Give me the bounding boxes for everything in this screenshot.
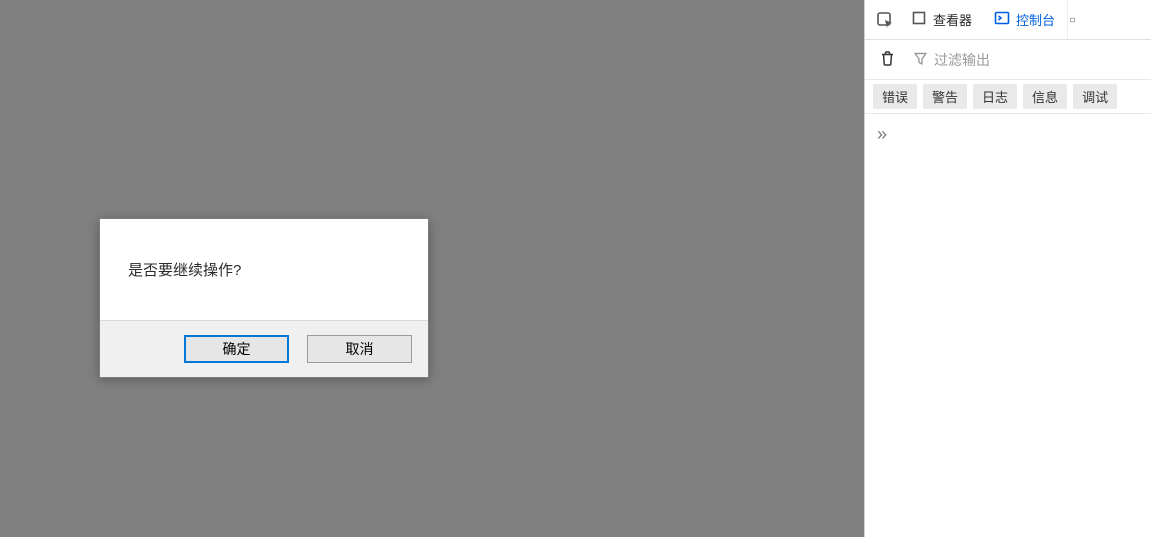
pick-element-icon[interactable] <box>871 6 899 34</box>
devtools-levelbar: 错误 警告 日志 信息 调试 <box>865 80 1151 114</box>
filter-wrap <box>913 51 1141 69</box>
filter-input[interactable] <box>934 52 1141 68</box>
tab-console-label: 控制台 <box>1016 10 1055 29</box>
devtools-tabbar: 查看器 控制台 <box>865 0 1151 40</box>
level-debug-button[interactable]: 调试 <box>1073 84 1117 109</box>
trash-icon <box>879 50 896 70</box>
console-icon <box>994 10 1010 29</box>
level-log-button[interactable]: 日志 <box>973 84 1017 109</box>
clear-console-button[interactable] <box>875 48 899 72</box>
level-info-button[interactable]: 信息 <box>1023 84 1067 109</box>
page-content-area: 是否要继续操作? 确定 取消 <box>0 0 864 537</box>
tab-console[interactable]: 控制台 <box>984 4 1065 35</box>
devtools-panel: 查看器 控制台 <box>864 0 1151 537</box>
confirm-dialog: 是否要继续操作? 确定 取消 <box>99 218 429 378</box>
funnel-icon <box>913 51 928 69</box>
console-output-area: » <box>865 114 1151 537</box>
level-error-button[interactable]: 错误 <box>873 84 917 109</box>
tab-inspector[interactable]: 查看器 <box>901 4 982 35</box>
ok-button[interactable]: 确定 <box>184 335 289 363</box>
console-prompt-icon[interactable]: » <box>877 124 883 144</box>
level-warn-button[interactable]: 警告 <box>923 84 967 109</box>
tab-inspector-label: 查看器 <box>933 10 972 29</box>
devtools-filterbar <box>865 40 1151 80</box>
inspector-icon <box>911 10 927 29</box>
dialog-footer: 确定 取消 <box>100 320 428 377</box>
dialog-message: 是否要继续操作? <box>100 219 428 320</box>
tab-overflow[interactable] <box>1067 0 1075 39</box>
cancel-button[interactable]: 取消 <box>307 335 412 363</box>
